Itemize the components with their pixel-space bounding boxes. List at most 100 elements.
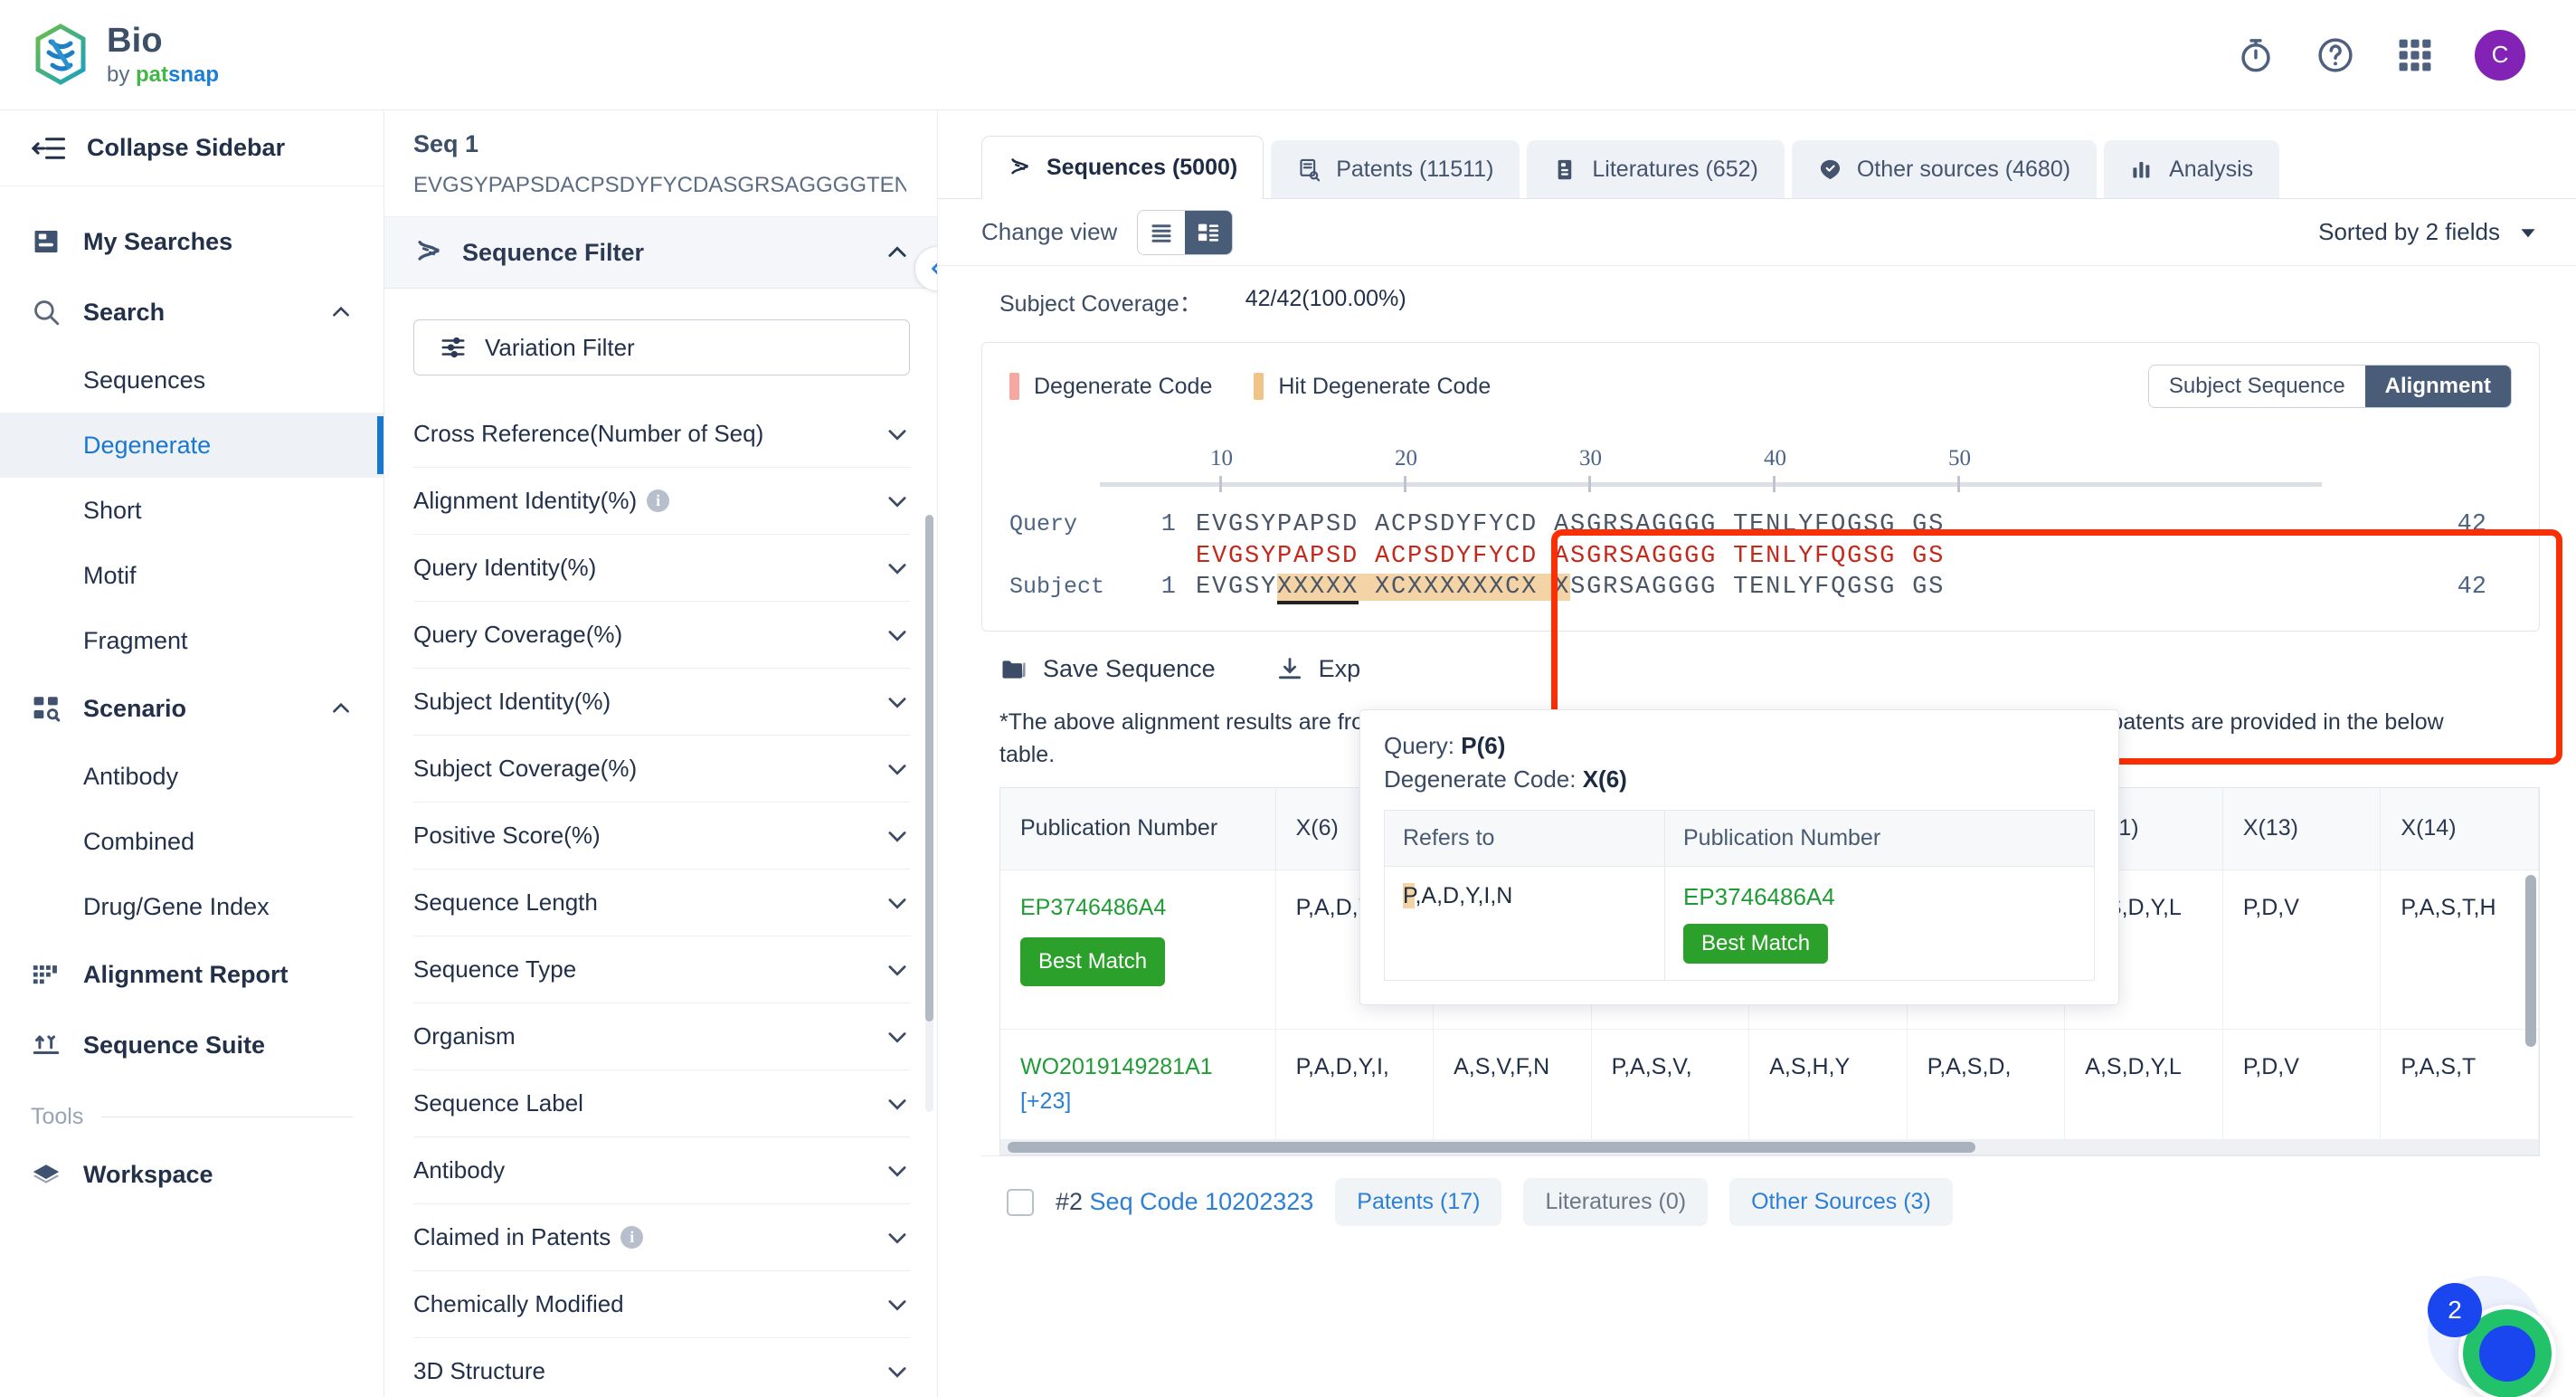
sidebar-item-workspace[interactable]: Workspace <box>0 1139 384 1210</box>
filter-row-organism[interactable]: Organism <box>413 1003 910 1070</box>
alignment-toggle[interactable]: Alignment <box>2364 366 2511 407</box>
export-button[interactable]: Exp <box>1275 655 1360 684</box>
tab-other-sources[interactable]: Other sources (4680) <box>1791 140 2098 198</box>
cell-x14: P,A,S,T,H <box>2380 870 2539 1030</box>
filter-row-subject-identity[interactable]: Subject Identity(%) <box>413 669 910 736</box>
chevron-down-icon <box>888 429 906 441</box>
publication-link[interactable]: WO2019149281A1 <box>1020 1054 1213 1079</box>
seq-code-link[interactable]: #2 Seq Code 10202323 <box>1056 1188 1313 1216</box>
info-icon[interactable]: i <box>647 489 670 512</box>
filter-row-3d-structure[interactable]: 3D Structure <box>413 1338 910 1397</box>
filter-row-sequence-label[interactable]: Sequence Label <box>413 1070 910 1137</box>
sort-dropdown[interactable]: Sorted by 2 fields <box>2318 218 2540 246</box>
filter-row-claimed-in-patents[interactable]: Claimed in Patents i <box>413 1204 910 1271</box>
filter-label: Sequence Length <box>413 889 598 916</box>
sequence-filter-panel: Seq 1 EVGSYPAPSDACPSDYFYCDASGRSAGGGGTENL… <box>384 110 938 1397</box>
subject-sequence-toggle[interactable]: Subject Sequence <box>2148 366 2365 407</box>
collapse-sidebar-button[interactable]: Collapse Sidebar <box>0 110 384 186</box>
filter-row-subject-coverage[interactable]: Subject Coverage(%) <box>413 736 910 803</box>
tab-label: Other sources (4680) <box>1856 157 2071 182</box>
help-icon[interactable] <box>2316 35 2355 75</box>
sequence-suite-icon <box>33 1035 60 1054</box>
cell-x7: A,S,V,F,N <box>1433 1029 1592 1141</box>
brand-logo-area[interactable]: Bio by patsnap <box>33 23 219 86</box>
sidebar-item-antibody[interactable]: Antibody <box>0 744 384 809</box>
tab-sequences[interactable]: Sequences (5000) <box>981 136 1264 199</box>
table-horizontal-scrollbar-thumb[interactable] <box>1008 1142 1975 1154</box>
filter-row-antibody[interactable]: Antibody <box>413 1137 910 1204</box>
chevron-down-icon <box>888 697 906 708</box>
filter-scrollbar-thumb[interactable] <box>925 515 933 1022</box>
tooltip-table: Refers to Publication Number P,A,D,Y,I,N… <box>1384 810 2095 981</box>
sidebar-item-motif[interactable]: Motif <box>0 543 384 608</box>
info-icon[interactable]: i <box>620 1226 644 1249</box>
tooltip-col-refers: Refers to <box>1384 810 1665 867</box>
filter-row-query-coverage[interactable]: Query Coverage(%) <box>413 602 910 669</box>
pill-literatures[interactable]: Literatures (0) <box>1523 1178 1709 1227</box>
tab-literatures[interactable]: Literatures (652) <box>1527 140 1785 198</box>
cell-publication: EP3746486A4 Best Match <box>1000 870 1276 1030</box>
sidebar-item-my-searches[interactable]: My Searches <box>0 206 384 277</box>
chevron-up-icon[interactable] <box>885 240 910 265</box>
filter-row-query-identity[interactable]: Query Identity(%) <box>413 535 910 602</box>
dna-icon <box>418 241 440 261</box>
publication-link[interactable]: EP3746486A4 <box>1020 895 1166 920</box>
subject-sequence: EVGSYXXXXX XCXXXXXXCX XSGRSAGGGG TENLYFQ… <box>1196 572 1945 605</box>
sidebar-item-combined[interactable]: Combined <box>0 809 384 874</box>
best-match-badge: Best Match <box>1020 937 1166 986</box>
publication-more-count[interactable]: [+23] <box>1020 1088 1071 1114</box>
select-sequence-checkbox[interactable] <box>1007 1188 1034 1216</box>
tab-patents[interactable]: Patents (11511) <box>1271 140 1520 198</box>
list-view-button[interactable] <box>1138 210 1186 254</box>
table-row: WO2019149281A1 [+23] P,A,D,Y,I, A,S,V,F,… <box>1000 1029 2539 1141</box>
chevron-up-icon <box>333 306 349 317</box>
cell-x9: A,S,H,Y <box>1748 1029 1908 1141</box>
tab-analysis[interactable]: Analysis <box>2104 140 2280 198</box>
filter-row-sequence-length[interactable]: Sequence Length <box>413 870 910 936</box>
sidebar-item-sequence-suite[interactable]: Sequence Suite <box>0 1010 384 1080</box>
sort-label: Sorted by 2 fields <box>2318 218 2500 245</box>
apps-grid-icon[interactable] <box>2395 35 2435 75</box>
sidebar-item-search[interactable]: Search <box>0 277 384 347</box>
filter-row-sequence-type[interactable]: Sequence Type <box>413 936 910 1003</box>
tooltip-publication-cell: EP3746486A4 Best Match <box>1665 867 2095 981</box>
sequence-filter-header[interactable]: Sequence Filter <box>384 217 937 289</box>
table-horizontal-scrollbar-track[interactable] <box>1000 1140 2539 1155</box>
table-vertical-scrollbar[interactable] <box>2525 875 2536 1048</box>
sidebar-item-alignment-report[interactable]: Alignment Report <box>0 939 384 1010</box>
subject-hl-1[interactable]: XXXXX <box>1277 574 1359 605</box>
tooltip-publication-number[interactable]: EP3746486A4 <box>1683 883 2076 911</box>
subject-hl-3[interactable]: X <box>1554 574 1571 602</box>
sidebar-item-label: Search <box>83 298 166 326</box>
variation-filter-button[interactable]: Variation Filter <box>413 319 910 375</box>
card-view-button[interactable] <box>1185 210 1233 254</box>
subject-hl-2[interactable]: XCXXXXXXCX <box>1375 574 1539 602</box>
chat-unread-badge: 2 <box>2428 1283 2482 1337</box>
sidebar-item-fragment[interactable]: Fragment <box>0 608 384 673</box>
save-sequence-button[interactable]: Save Sequence <box>999 655 1216 684</box>
timer-icon[interactable] <box>2236 35 2276 75</box>
bio-hexagon-logo-icon <box>35 24 86 86</box>
sidebar-item-degenerate[interactable]: Degenerate <box>0 413 384 478</box>
avatar[interactable]: C <box>2475 29 2525 81</box>
sidebar-item-short[interactable]: Short <box>0 478 384 543</box>
sidebar-item-scenario[interactable]: Scenario <box>0 673 384 744</box>
filter-label: Chemically Modified <box>413 1290 624 1317</box>
ruler-tick-label: 40 <box>1764 446 1786 470</box>
query-start: 1 <box>1160 511 1176 538</box>
filter-row-alignment-identity[interactable]: Alignment Identity(%) i <box>413 468 910 535</box>
sidebar-item-label: Alignment Report <box>83 960 289 988</box>
pill-patents[interactable]: Patents (17) <box>1335 1178 1502 1227</box>
sidebar-item-drug-gene-index[interactable]: Drug/Gene Index <box>0 874 384 939</box>
cell-x10: P,A,S,D, <box>1907 1029 2066 1141</box>
chevron-down-icon <box>888 630 906 641</box>
literature-icon <box>1558 159 1572 180</box>
filter-row-positive-score[interactable]: Positive Score(%) <box>413 803 910 870</box>
pill-other-sources[interactable]: Other Sources (3) <box>1729 1178 1953 1227</box>
download-icon <box>1278 657 1301 679</box>
filter-row-chemically-modified[interactable]: Chemically Modified <box>413 1271 910 1338</box>
col-x13: X(13) <box>2222 788 2382 870</box>
sidebar-item-label: Workspace <box>83 1160 213 1188</box>
sidebar-item-sequences[interactable]: Sequences <box>0 347 384 413</box>
filter-row-cross-reference[interactable]: Cross Reference(Number of Seq) <box>413 401 910 468</box>
